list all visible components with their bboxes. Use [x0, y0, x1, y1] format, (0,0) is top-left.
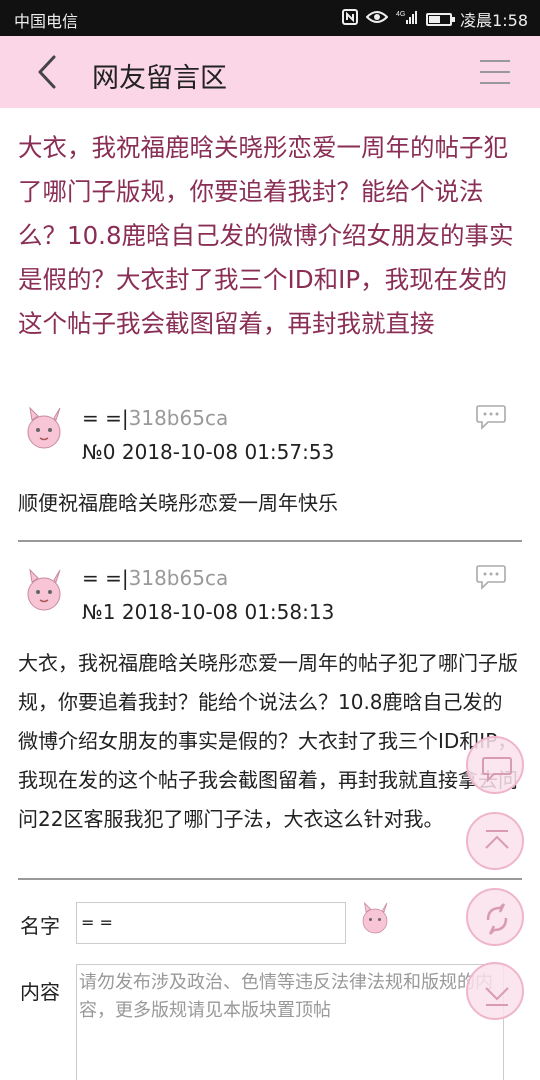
- user-prefix: = =|: [82, 406, 129, 430]
- user-prefix: = =|: [82, 566, 129, 590]
- post-body: 大衣，我祝福鹿晗关晓彤恋爱一周年的帖子犯了哪门子版规，你要追着我封？能给个说法么…: [18, 651, 518, 831]
- avatar: [22, 566, 66, 614]
- name-input[interactable]: = =: [76, 902, 346, 944]
- battery-icon: [426, 12, 456, 26]
- post-meta: №1 2018-10-08 01:58:13: [82, 600, 335, 624]
- post-username: = =|318b65ca: [82, 406, 228, 430]
- avatar-picker-icon[interactable]: [358, 900, 392, 936]
- divider: [18, 540, 522, 542]
- post-item: = =|318b65ca №1 2018-10-08 01:58:13 大衣，我…: [18, 560, 522, 870]
- network-type-label: 4G: [396, 11, 405, 18]
- nfc-icon: [342, 9, 359, 29]
- avatar: [22, 404, 66, 452]
- carrier-label: 中国电信: [14, 12, 79, 31]
- user-id: 318b65ca: [128, 406, 229, 430]
- user-id: 318b65ca: [128, 566, 229, 590]
- status-icons: 4G 凌晨1:58: [342, 7, 528, 31]
- signal-icon: 4G: [396, 9, 418, 29]
- post-meta: №0 2018-10-08 01:57:53: [82, 440, 335, 464]
- scroll-top-icon[interactable]: [466, 812, 524, 870]
- refresh-icon[interactable]: [466, 888, 524, 946]
- post-username: = =|318b65ca: [82, 566, 228, 590]
- battery-level: [429, 15, 441, 23]
- page-title: 网友留言区: [92, 63, 227, 94]
- eye-icon: [365, 10, 389, 28]
- hamburger-menu-icon[interactable]: [480, 60, 510, 86]
- scroll-bottom-icon[interactable]: [466, 962, 524, 1020]
- clock: 凌晨1:58: [460, 11, 528, 30]
- app-header: 网友留言区: [0, 36, 540, 108]
- post-body: 顺便祝福鹿晗关晓彤恋爱一周年快乐: [18, 491, 338, 515]
- thread-title: 大衣，我祝福鹿晗关晓彤恋爱一周年的帖子犯了哪门子版规，你要追着我封？能给个说法么…: [18, 133, 514, 338]
- name-label: 名字: [20, 914, 60, 938]
- comment-bubble-icon[interactable]: [476, 564, 506, 590]
- chevron-left-icon[interactable]: [34, 54, 64, 90]
- content-textarea[interactable]: 请勿发布涉及政治、色情等违反法律法规和版规的内容，更多版规请见本版块置顶帖: [76, 964, 504, 1080]
- status-bar: 中国电信 4G 凌晨1:58: [0, 0, 540, 36]
- comment-bubble-icon[interactable]: [476, 404, 506, 430]
- comment-fab-icon[interactable]: [466, 736, 524, 794]
- post-item: = =|318b65ca №0 2018-10-08 01:57:53 顺便祝福…: [18, 400, 522, 540]
- divider: [18, 878, 522, 880]
- content-label: 内容: [20, 980, 60, 1004]
